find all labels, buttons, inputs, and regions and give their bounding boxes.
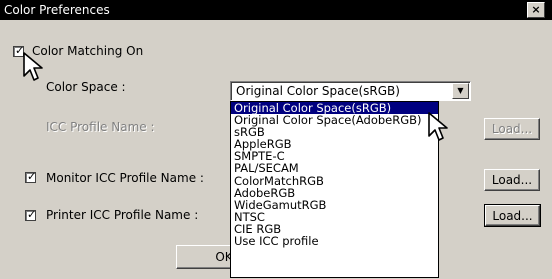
close-icon: × (531, 3, 541, 16)
color-space-label: Color Space : (46, 80, 126, 94)
check-icon: ✓ (27, 208, 37, 221)
close-button[interactable]: × (527, 2, 545, 18)
color-space-select[interactable]: Original Color Space(sRGB) ▼ (230, 81, 471, 101)
icc-profile-label: ICC Profile Name : (46, 120, 155, 134)
dropdown-button[interactable]: ▼ (452, 83, 469, 99)
printer-load-button[interactable]: Load... (484, 204, 541, 227)
monitor-load-button[interactable]: Load... (484, 169, 540, 191)
icc-load-label: Load... (491, 122, 533, 136)
window-title: Color Preferences (4, 3, 110, 17)
printer-icc-label: Printer ICC Profile Name : (46, 208, 199, 222)
dropdown-option[interactable]: Use ICC profile (231, 235, 438, 247)
icc-load-button[interactable]: Load... (484, 118, 540, 140)
monitor-load-label: Load... (491, 173, 533, 187)
dropdown-option[interactable]: ColorMatchRGB (231, 175, 438, 187)
chevron-down-icon: ▼ (457, 86, 464, 95)
check-icon: ✓ (27, 170, 37, 183)
printer-load-label: Load... (492, 209, 533, 223)
color-space-value: Original Color Space(sRGB) (236, 84, 400, 98)
color-matching-label: Color Matching On (32, 44, 144, 58)
monitor-icc-label: Monitor ICC Profile Name : (46, 171, 204, 185)
monitor-icc-checkbox[interactable]: ✓ (25, 170, 37, 183)
dropdown-option[interactable]: PAL/SECAM (231, 162, 438, 174)
title-bar: Color Preferences × (0, 0, 552, 20)
arrow-cursor-icon (23, 52, 43, 81)
printer-icc-checkbox[interactable]: ✓ (25, 208, 37, 221)
dropdown-option[interactable]: AdobeRGB (231, 187, 438, 199)
color-space-dropdown-list[interactable]: Original Color Space(sRGB) Original Color… (230, 101, 439, 278)
arrow-cursor-icon (428, 112, 448, 141)
